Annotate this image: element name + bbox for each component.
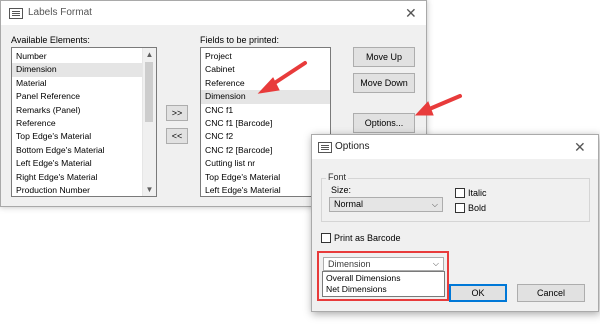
print-as-barcode-label: Print as Barcode xyxy=(334,233,401,243)
arrow-to-options xyxy=(425,94,462,112)
arrow-head-options xyxy=(414,101,434,116)
bold-checkbox[interactable] xyxy=(455,203,465,213)
highlight-box xyxy=(317,251,449,301)
options-dialog: Options ✕ Font Size: Normal ⌵ Italic Bol… xyxy=(311,134,599,312)
options-title-bar: Options ✕ xyxy=(312,135,598,159)
size-label: Size: xyxy=(331,185,352,195)
window-icon xyxy=(318,142,332,153)
size-value: Normal xyxy=(334,199,364,209)
print-as-barcode-checkbox[interactable] xyxy=(321,233,331,243)
size-select[interactable]: Normal ⌵ xyxy=(329,197,443,212)
ok-button[interactable]: OK xyxy=(449,284,507,302)
bold-label: Bold xyxy=(468,203,487,213)
options-title: Options xyxy=(335,141,370,152)
font-group-label: Font xyxy=(326,172,349,182)
italic-checkbox[interactable] xyxy=(455,188,465,198)
cancel-button[interactable]: Cancel xyxy=(517,284,585,302)
chevron-down-icon: ⌵ xyxy=(431,200,438,209)
italic-label: Italic xyxy=(468,188,487,198)
close-icon[interactable]: ✕ xyxy=(574,140,586,154)
